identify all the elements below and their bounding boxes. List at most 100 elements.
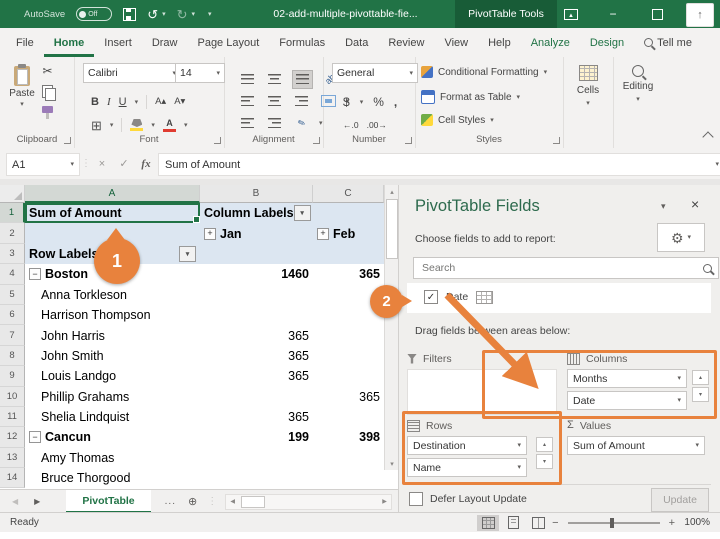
move-down-icon[interactable]: ▾ <box>536 454 553 469</box>
scroll-down-icon[interactable]: ▾ <box>385 457 399 470</box>
align-right-button[interactable] <box>292 93 311 110</box>
maximize-button[interactable] <box>642 0 672 28</box>
shrink-font-button[interactable]: A▾ <box>174 97 185 107</box>
scroll-up-icon[interactable]: ▴ <box>385 185 399 198</box>
cell-B3[interactable] <box>200 243 313 265</box>
cell-C2[interactable]: + Feb <box>313 223 384 244</box>
cell-A11[interactable]: Shelia Lindquist <box>25 406 200 428</box>
expand-icon[interactable]: + <box>204 227 216 240</box>
tab-analyze[interactable]: Analyze <box>521 28 580 57</box>
collapse-icon[interactable]: − <box>29 431 41 444</box>
row-header-4[interactable]: 4 <box>0 264 25 285</box>
page-layout-view-button[interactable] <box>502 515 524 531</box>
zoom-in-button[interactable]: + <box>669 517 675 529</box>
tab-view[interactable]: View <box>434 28 478 57</box>
save-icon[interactable] <box>123 7 137 21</box>
horizontal-scrollbar[interactable]: ◀ ▶ <box>225 493 392 510</box>
cell-A6[interactable]: Harrison Thompson <box>25 304 200 326</box>
cell-C14[interactable] <box>313 468 384 489</box>
font-color-dropdown-icon[interactable]: ▾ <box>184 122 188 129</box>
dropdown-icon[interactable]: ▾ <box>517 464 521 471</box>
cell-B14[interactable] <box>200 468 313 489</box>
tab-page-layout[interactable]: Page Layout <box>187 28 269 57</box>
font-color-button[interactable]: A <box>162 118 176 132</box>
font-name-select[interactable]: Calibri▾ <box>83 63 181 83</box>
align-center-button[interactable] <box>265 93 284 110</box>
tools-button[interactable]: ⚙ ▾ <box>657 223 705 252</box>
cell-A1[interactable]: Sum of Amount <box>25 203 200 224</box>
update-button[interactable]: Update <box>651 488 709 512</box>
format-painter-icon[interactable] <box>42 106 53 119</box>
cell-B4[interactable]: 1460 <box>200 264 313 285</box>
format-as-table-button[interactable]: Format as Table ▾ <box>421 90 520 104</box>
cell-C3[interactable] <box>313 243 384 265</box>
align-bottom-button[interactable] <box>292 69 313 89</box>
insert-function-icon[interactable]: fx <box>136 153 156 174</box>
tab-design[interactable]: Design <box>580 28 634 57</box>
tab-insert[interactable]: Insert <box>94 28 142 57</box>
ribbon-display-options-button[interactable]: ▲ <box>556 0 586 28</box>
customize-qat-icon[interactable]: ▾ <box>208 10 212 18</box>
scroll-right-icon[interactable]: ▶ <box>378 496 391 508</box>
cell-C10[interactable]: 365 <box>313 386 384 407</box>
search-input[interactable] <box>420 261 699 275</box>
move-up-icon[interactable]: ▴ <box>692 370 709 385</box>
cell-C7[interactable] <box>313 325 384 346</box>
alignment-dropdown-icon[interactable]: ▾ <box>319 120 323 127</box>
row-header-12[interactable]: 12 <box>0 427 25 448</box>
row-header-2[interactable]: 2 <box>0 223 25 244</box>
italic-button[interactable]: I <box>107 96 111 108</box>
row-header-7[interactable]: 7 <box>0 325 25 346</box>
cell-C9[interactable] <box>313 366 384 387</box>
borders-dropdown-icon[interactable]: ▾ <box>110 122 114 129</box>
row-header-6[interactable]: 6 <box>0 304 25 326</box>
area-field-name[interactable]: Name ▾ <box>407 458 527 477</box>
cell-C4[interactable]: 365 <box>313 264 384 285</box>
new-sheet-icon[interactable]: ⊕ <box>188 495 197 508</box>
cut-icon[interactable]: ✂ <box>42 65 52 77</box>
redo-icon[interactable]: ↻ <box>177 8 188 21</box>
horizontal-scrollbar-thumb[interactable] <box>241 495 266 508</box>
paste-button[interactable]: Paste ▾ <box>7 63 37 132</box>
cell-A14[interactable]: Bruce Thorgood <box>25 468 200 489</box>
row-header-9[interactable]: 9 <box>0 366 25 387</box>
editing-button[interactable]: Editing ▾ <box>617 65 659 103</box>
pane-close-icon[interactable]: × <box>691 196 699 212</box>
filter-dropdown-icon[interactable]: ▾ <box>179 245 196 262</box>
borders-icon[interactable]: ⊞ <box>91 119 102 132</box>
underline-button[interactable]: U <box>119 96 127 108</box>
minimize-button[interactable]: − <box>598 0 628 28</box>
area-field-destination[interactable]: Destination ▾ <box>407 436 527 455</box>
row-header-11[interactable]: 11 <box>0 406 25 428</box>
cell-B13[interactable] <box>200 447 313 469</box>
wrap-text-button[interactable]: ✎ <box>292 115 311 132</box>
dialog-launcher-icon[interactable] <box>313 137 320 144</box>
expand-formula-bar-icon[interactable]: ▾ <box>715 161 719 168</box>
tab-help[interactable]: Help <box>478 28 521 57</box>
fill-handle[interactable] <box>193 216 200 224</box>
cell-C1[interactable] <box>313 203 384 224</box>
tab-data[interactable]: Data <box>335 28 378 57</box>
tab-review[interactable]: Review <box>378 28 434 57</box>
checkbox-date[interactable]: ✓ <box>424 290 438 304</box>
row-header-10[interactable]: 10 <box>0 386 25 407</box>
cell-B2[interactable]: + Jan <box>200 223 313 244</box>
increase-indent-button[interactable] <box>265 115 284 132</box>
area-field-months[interactable]: Months ▾ <box>567 369 687 388</box>
number-format-select[interactable]: General ▾ <box>332 63 418 83</box>
share-button[interactable]: ↑ <box>686 3 714 27</box>
cell-B7[interactable]: 365 <box>200 325 313 346</box>
row-header-3[interactable]: 3 <box>0 243 25 265</box>
row-header-8[interactable]: 8 <box>0 345 25 367</box>
zoom-slider-thumb[interactable] <box>609 517 614 528</box>
increase-decimal-button[interactable]: ←.0 <box>343 120 359 130</box>
decrease-indent-button[interactable] <box>238 115 257 132</box>
enter-icon[interactable]: ✓ <box>114 153 134 174</box>
zoom-out-button[interactable]: − <box>552 517 558 529</box>
percent-button[interactable]: % <box>373 95 384 109</box>
undo-icon[interactable]: ↺ <box>147 8 158 21</box>
dialog-launcher-icon[interactable] <box>64 137 71 144</box>
cell-C8[interactable] <box>313 345 384 367</box>
field-item-date[interactable]: ✓ Date <box>416 283 501 311</box>
normal-view-button[interactable] <box>477 514 500 531</box>
